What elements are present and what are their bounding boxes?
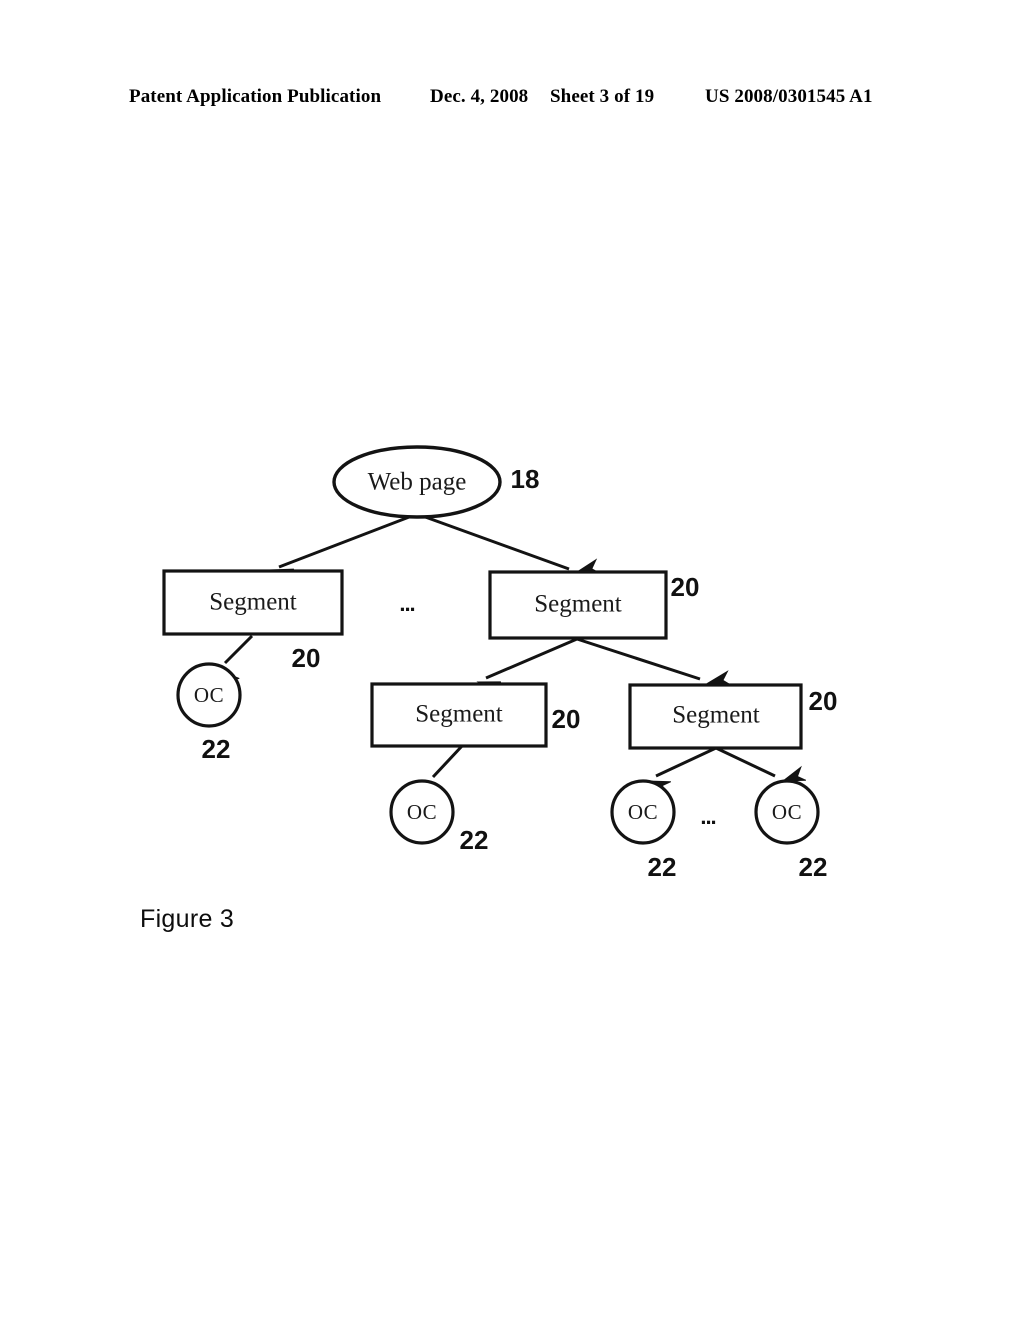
oc-right-b-label: OC bbox=[772, 800, 802, 824]
ellipsis-between-oc-circles: ... bbox=[700, 804, 715, 829]
node-segment-l2-left[interactable]: Segment bbox=[370, 682, 548, 748]
segment-l2-left-label: Segment bbox=[415, 701, 503, 728]
ref-number-22-oc-left: 22 bbox=[202, 734, 231, 764]
node-segment-l2-right[interactable]: Segment bbox=[628, 683, 803, 750]
segment-l2-right-label: Segment bbox=[672, 702, 760, 729]
segment-l1-right-label: Segment bbox=[534, 591, 622, 618]
ref-number-20-segment-l1-left: 20 bbox=[292, 643, 321, 673]
ref-number-18: 18 bbox=[511, 464, 540, 494]
web-page-label: Web page bbox=[368, 469, 467, 496]
ref-number-22-oc-mid: 22 bbox=[460, 825, 489, 855]
figure-3-svg-canvas: Web page 18 Segment 20 ... Segment 20 OC… bbox=[162, 445, 838, 882]
oc-right-a-label: OC bbox=[628, 800, 658, 824]
segment-l1-left-label: Segment bbox=[209, 589, 297, 616]
node-web-page[interactable]: Web page bbox=[332, 445, 502, 519]
ref-number-20-segment-l2-right: 20 bbox=[809, 686, 838, 716]
figure-caption: Figure 3 bbox=[140, 905, 235, 933]
node-segment-l1-left[interactable]: Segment bbox=[162, 569, 344, 636]
ref-number-22-oc-right-b: 22 bbox=[799, 852, 828, 882]
node-segment-l1-right[interactable]: Segment bbox=[488, 570, 668, 640]
ref-number-20-segment-l2-left: 20 bbox=[552, 704, 581, 734]
node-oc-left[interactable]: OC bbox=[176, 662, 242, 728]
node-oc-right-b[interactable]: OC bbox=[754, 779, 820, 845]
oc-left-label: OC bbox=[194, 683, 224, 707]
ref-number-22-oc-right-a: 22 bbox=[648, 852, 677, 882]
node-oc-mid[interactable]: OC bbox=[389, 779, 455, 845]
ref-number-20-segment-l1-right: 20 bbox=[671, 572, 700, 602]
ellipsis-between-l1-segments: ... bbox=[399, 591, 414, 616]
figure-3-diagram: Web page 18 Segment 20 ... Segment 20 OC… bbox=[0, 0, 1024, 1320]
node-oc-right-a[interactable]: OC bbox=[610, 779, 676, 845]
oc-mid-label: OC bbox=[407, 800, 437, 824]
